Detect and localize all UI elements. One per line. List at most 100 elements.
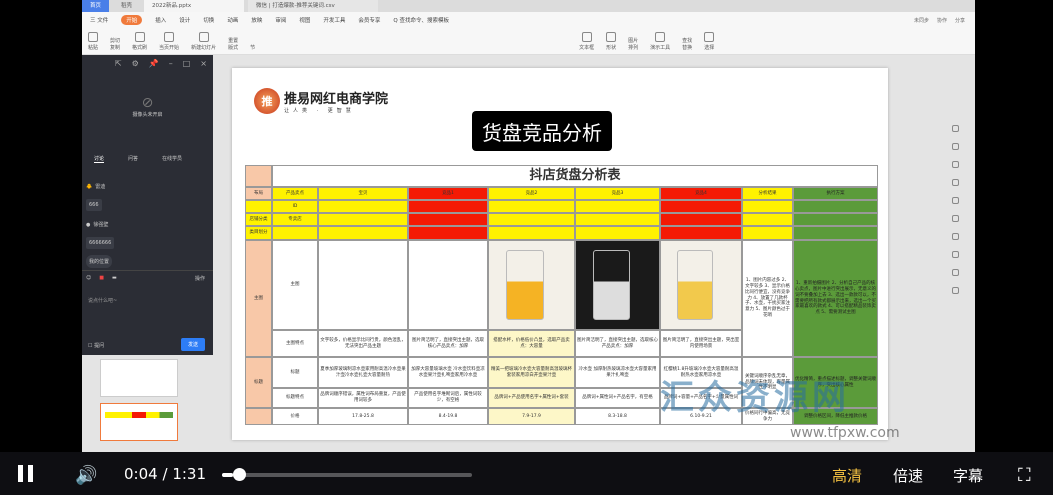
menu-review[interactable]: 审阅 [275,16,286,24]
volume-icon[interactable]: 🔊 [75,465,97,486]
ribbon-shape[interactable]: 形状 [606,30,616,51]
chat-username: 雷迪 [95,184,106,190]
sidebar-icon[interactable] [952,179,959,186]
row-value [272,226,318,240]
header-cell: 竞品1 [408,187,488,200]
menu-slideshow[interactable]: 放映 [251,16,262,24]
menu-file[interactable]: 三 文件 [90,16,108,24]
fullscreen-icon[interactable]: ⛶ [1018,465,1031,486]
slide-thumbnail-active[interactable] [100,403,178,441]
sidebar-icon[interactable] [952,287,959,294]
progress-handle[interactable] [233,468,246,481]
menu-animation[interactable]: 动画 [227,16,238,24]
camera-off-icon: ⊘ [141,95,154,111]
slide-thumbnail[interactable] [100,359,178,397]
sidebar-icon[interactable] [952,197,959,204]
subtitle-button[interactable]: 字幕 [953,465,983,486]
minimize-icon[interactable]: – [169,59,173,68]
share-button[interactable]: 分享 [955,17,965,24]
menu-member[interactable]: 会员专享 [358,16,380,24]
menu-design[interactable]: 设计 [179,16,190,24]
popout-icon[interactable]: ⇱ [115,59,122,68]
header-cell: 执行方案 [793,187,878,200]
collab-button[interactable]: 协作 [937,17,947,24]
avatar: 🐥 [86,183,93,190]
progress-bar[interactable] [222,473,472,477]
tab-docer[interactable]: 稻壳 [113,0,140,12]
ribbon-section[interactable]: 节 [250,30,255,51]
chat-message: 6666666 [86,237,115,249]
speed-button[interactable]: 倍速 [893,465,923,486]
menu-view[interactable]: 视图 [299,16,310,24]
ribbon-present-tools[interactable]: 演示工具 [650,30,670,51]
table-cell [793,213,878,226]
anonymous-checkbox[interactable]: ☐ 提问 [88,342,104,349]
table-cell: 搭配水杯，价格低价凸显，选取产品卖点：大容量 [488,330,575,357]
search-command[interactable]: Q 查找命令、搜索模板 [393,16,449,24]
ribbon-play-current[interactable]: 当页开始 [159,30,179,51]
product-image [575,240,660,330]
watermark: 汇众资源网 [660,378,850,418]
sidebar-icon[interactable] [952,215,959,222]
ribbon-layout[interactable]: 重置 版式 [228,30,238,51]
tab-home[interactable]: 首页 [82,0,110,12]
menu-home[interactable]: 开始 [121,14,143,25]
ribbon-picture[interactable]: 图片 排列 [628,30,638,51]
menu-transition[interactable]: 切换 [203,16,214,24]
settings-icon[interactable]: ⚙ [132,59,139,68]
section-label: 标题 [245,357,272,408]
ribbon-cut[interactable]: 剪切 复制 [110,30,120,51]
table-cell: 图片简洁明了，直接突出主题，选取核心产品卖点：加厚 [408,330,488,357]
pin-icon[interactable]: 📌 [149,59,159,68]
menu-insert[interactable]: 插入 [155,16,166,24]
table-cell [660,200,742,213]
sidebar-icon[interactable] [952,125,959,132]
ribbon-format-painter[interactable]: 格式刷 [132,30,147,51]
maximize-icon[interactable]: □ [183,59,191,68]
table-cell: 加厚大容量玻璃水壶 冷水壶饮料壶凉水壶果汁壶扎啤壶家用冷水壶 [408,357,488,388]
time-display: 0:04 / 1:31 [124,465,206,483]
tab-discussion[interactable]: 讨论 [94,155,105,163]
product-image [660,240,742,330]
pause-button[interactable] [18,465,34,482]
sidebar-icon[interactable] [952,143,959,150]
table-cell [742,200,793,213]
quality-button[interactable]: 高清 [832,465,862,486]
ribbon-textbox[interactable]: 文本框 [579,30,594,51]
progress-fill [222,473,233,477]
sidebar-icon[interactable] [952,251,959,258]
tab-pptx[interactable]: 2022新品.pptx [144,0,245,12]
table-cell: 图片简洁明了，直接突出主题，突出室内使用场景 [660,330,742,357]
folder-icon[interactable]: ▬ [112,275,117,281]
right-sidebar [952,125,966,294]
ribbon-find[interactable]: 查找 替换 [682,30,692,51]
send-button[interactable]: 发送 [180,338,205,351]
tab-students[interactable]: 在线学员 [162,155,182,163]
sidebar-icon[interactable] [952,269,959,276]
table-title: 抖店货盘分析表 [272,165,878,187]
close-icon[interactable]: × [200,59,207,68]
operations-button[interactable]: 操作 [195,275,205,282]
row-value: 专卖店 [272,213,318,226]
sync-button[interactable]: 未同步 [914,17,929,24]
header-cell: 布局 [245,187,272,200]
table-cell [575,226,660,240]
sidebar-icon[interactable] [952,161,959,168]
header-cell: 竞品3 [575,187,660,200]
chat-input[interactable]: 说点什么吧~ [88,297,117,304]
sidebar-icon[interactable] [952,233,959,240]
gift-icon[interactable]: ■ [99,275,104,281]
chat-message: 666 [86,199,102,211]
table-cell: 夏季加厚玻璃制凉水壶家用耐高温冷水壶果汁壶冷水壶扎壶大容量耐热 [318,357,408,388]
table-cell [742,213,793,226]
ribbon-new-slide[interactable]: 新建幻灯片 [191,30,216,51]
tab-qa[interactable]: 问答 [128,155,138,163]
my-position-button[interactable]: 我的位置 [86,255,113,268]
ribbon-select[interactable]: 选择 [704,30,714,51]
table-cell: 品牌词顺序错误，属性词布局重复，产品使用词较多 [318,388,408,408]
tab-csv[interactable]: 微信 | 打造爆款-推荐关键词.csv [248,0,379,12]
emoji-icon[interactable]: ☺ [86,275,91,281]
menu-developer[interactable]: 开发工具 [323,16,345,24]
ribbon-paste[interactable]: 粘贴 [88,30,98,51]
row-label: 店铺分类 [245,213,272,226]
